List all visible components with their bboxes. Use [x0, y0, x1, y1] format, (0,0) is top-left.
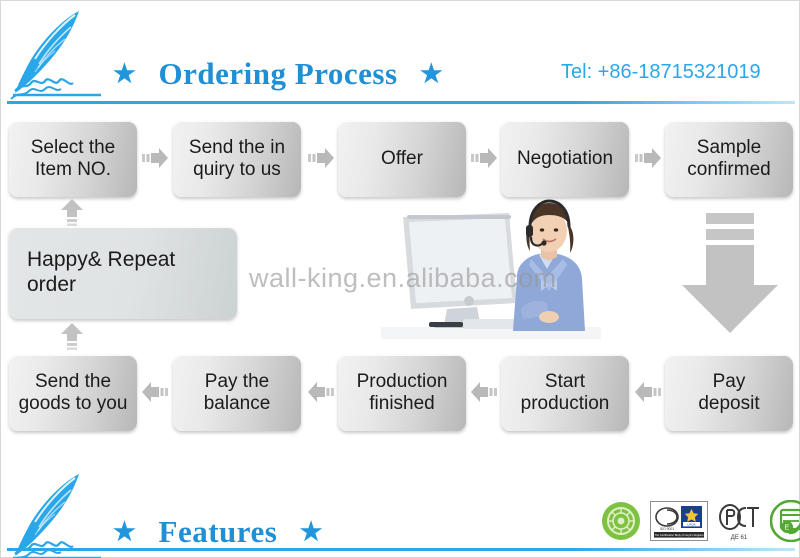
flow-box-label: Pay deposit [698, 370, 760, 414]
arrow-up-icon [60, 199, 84, 227]
flow-box-select-item: Select the Item NO. [9, 121, 137, 197]
flow-box-label: Select the Item NO. [30, 136, 116, 180]
flow-box-label: Pay the balance [203, 370, 271, 414]
telephone-number: Tel: +86-18715321019 [561, 61, 761, 83]
flow-box-label: Sample confirmed [687, 136, 771, 180]
star-right-icon: ★ [299, 518, 323, 546]
flow-box-label: Send the goods to you [18, 370, 128, 414]
green-eco-check-certification-icon: E [769, 499, 800, 547]
flow-box-negotiation: Negotiation [501, 121, 629, 197]
star-left-icon: ★ [113, 518, 137, 546]
gost-r-pct-certification-icon: ДЕ 61 [717, 500, 761, 547]
arrow-left-icon [635, 381, 661, 403]
star-right-icon: ★ [419, 60, 444, 88]
flow-box-sample-confirmed: Sample confirmed [665, 121, 793, 197]
green-rosette-certification-icon [601, 501, 641, 546]
watermark-text: wall-king.en.alibaba.com [249, 263, 557, 293]
svg-text:LRQA: LRQA [687, 522, 695, 526]
arrow-right-icon [142, 147, 168, 169]
flow-box-label: Offer [381, 147, 423, 169]
quill-feather-icon [5, 470, 101, 558]
page-title: ★ Ordering Process ★ [113, 56, 443, 92]
arrow-right-icon [471, 147, 497, 169]
svg-text:The Certification Body of Lloy: The Certification Body of Lloyd's Regist… [654, 533, 703, 537]
ordering-process-banner: ★ Ordering Process ★ Tel: +86-1871532101… [0, 0, 800, 558]
flow-box-send-goods: Send the goods to you [9, 355, 137, 431]
flow-box-happy-repeat-order: Happy& Repeat order [9, 227, 237, 319]
flow-box-label: Send the in quiry to us [188, 136, 286, 180]
flow-box-send-inquiry: Send the in quiry to us [173, 121, 301, 197]
iso-9001-lrqa-certification-icon: ISO 9001 LRQA The Certification Body of … [650, 501, 708, 546]
arrow-left-icon [471, 381, 497, 403]
flow-box-start-production: Start production [501, 355, 629, 431]
flow-box-pay-balance: Pay the balance [173, 355, 301, 431]
features-title-text: Features [158, 514, 278, 549]
features-header: ★ Features ★ ISO 9001 LRQA The Certifica… [1, 456, 800, 558]
page-title-text: Ordering Process [158, 56, 398, 91]
features-divider [7, 548, 795, 551]
svg-text:ISO 9001: ISO 9001 [660, 527, 674, 531]
big-arrow-down-icon [679, 213, 781, 335]
gost-code-label: ДЕ 61 [731, 535, 748, 541]
arrow-left-icon [142, 381, 168, 403]
quill-feather-icon [5, 7, 101, 107]
features-title: ★ Features ★ [113, 514, 323, 550]
flow-box-label: Production finished [356, 370, 448, 414]
header-divider [7, 101, 795, 104]
flow-box-label: Start production [520, 370, 610, 414]
certification-badges: ISO 9001 LRQA The Certification Body of … [601, 499, 800, 547]
arrow-right-icon [635, 147, 661, 169]
arrow-right-icon [308, 147, 334, 169]
arrow-left-icon [308, 381, 334, 403]
arrow-up-icon [60, 323, 84, 351]
star-left-icon: ★ [113, 60, 137, 88]
ordering-process-header: ★ Ordering Process ★ Tel: +86-1871532101… [1, 1, 800, 113]
flow-box-offer: Offer [338, 121, 466, 197]
flow-box-label: Happy& Repeat order [27, 248, 176, 296]
flow-box-label: Negotiation [516, 147, 614, 169]
flow-box-pay-deposit: Pay deposit [665, 355, 793, 431]
flow-box-production-finished: Production finished [338, 355, 466, 431]
